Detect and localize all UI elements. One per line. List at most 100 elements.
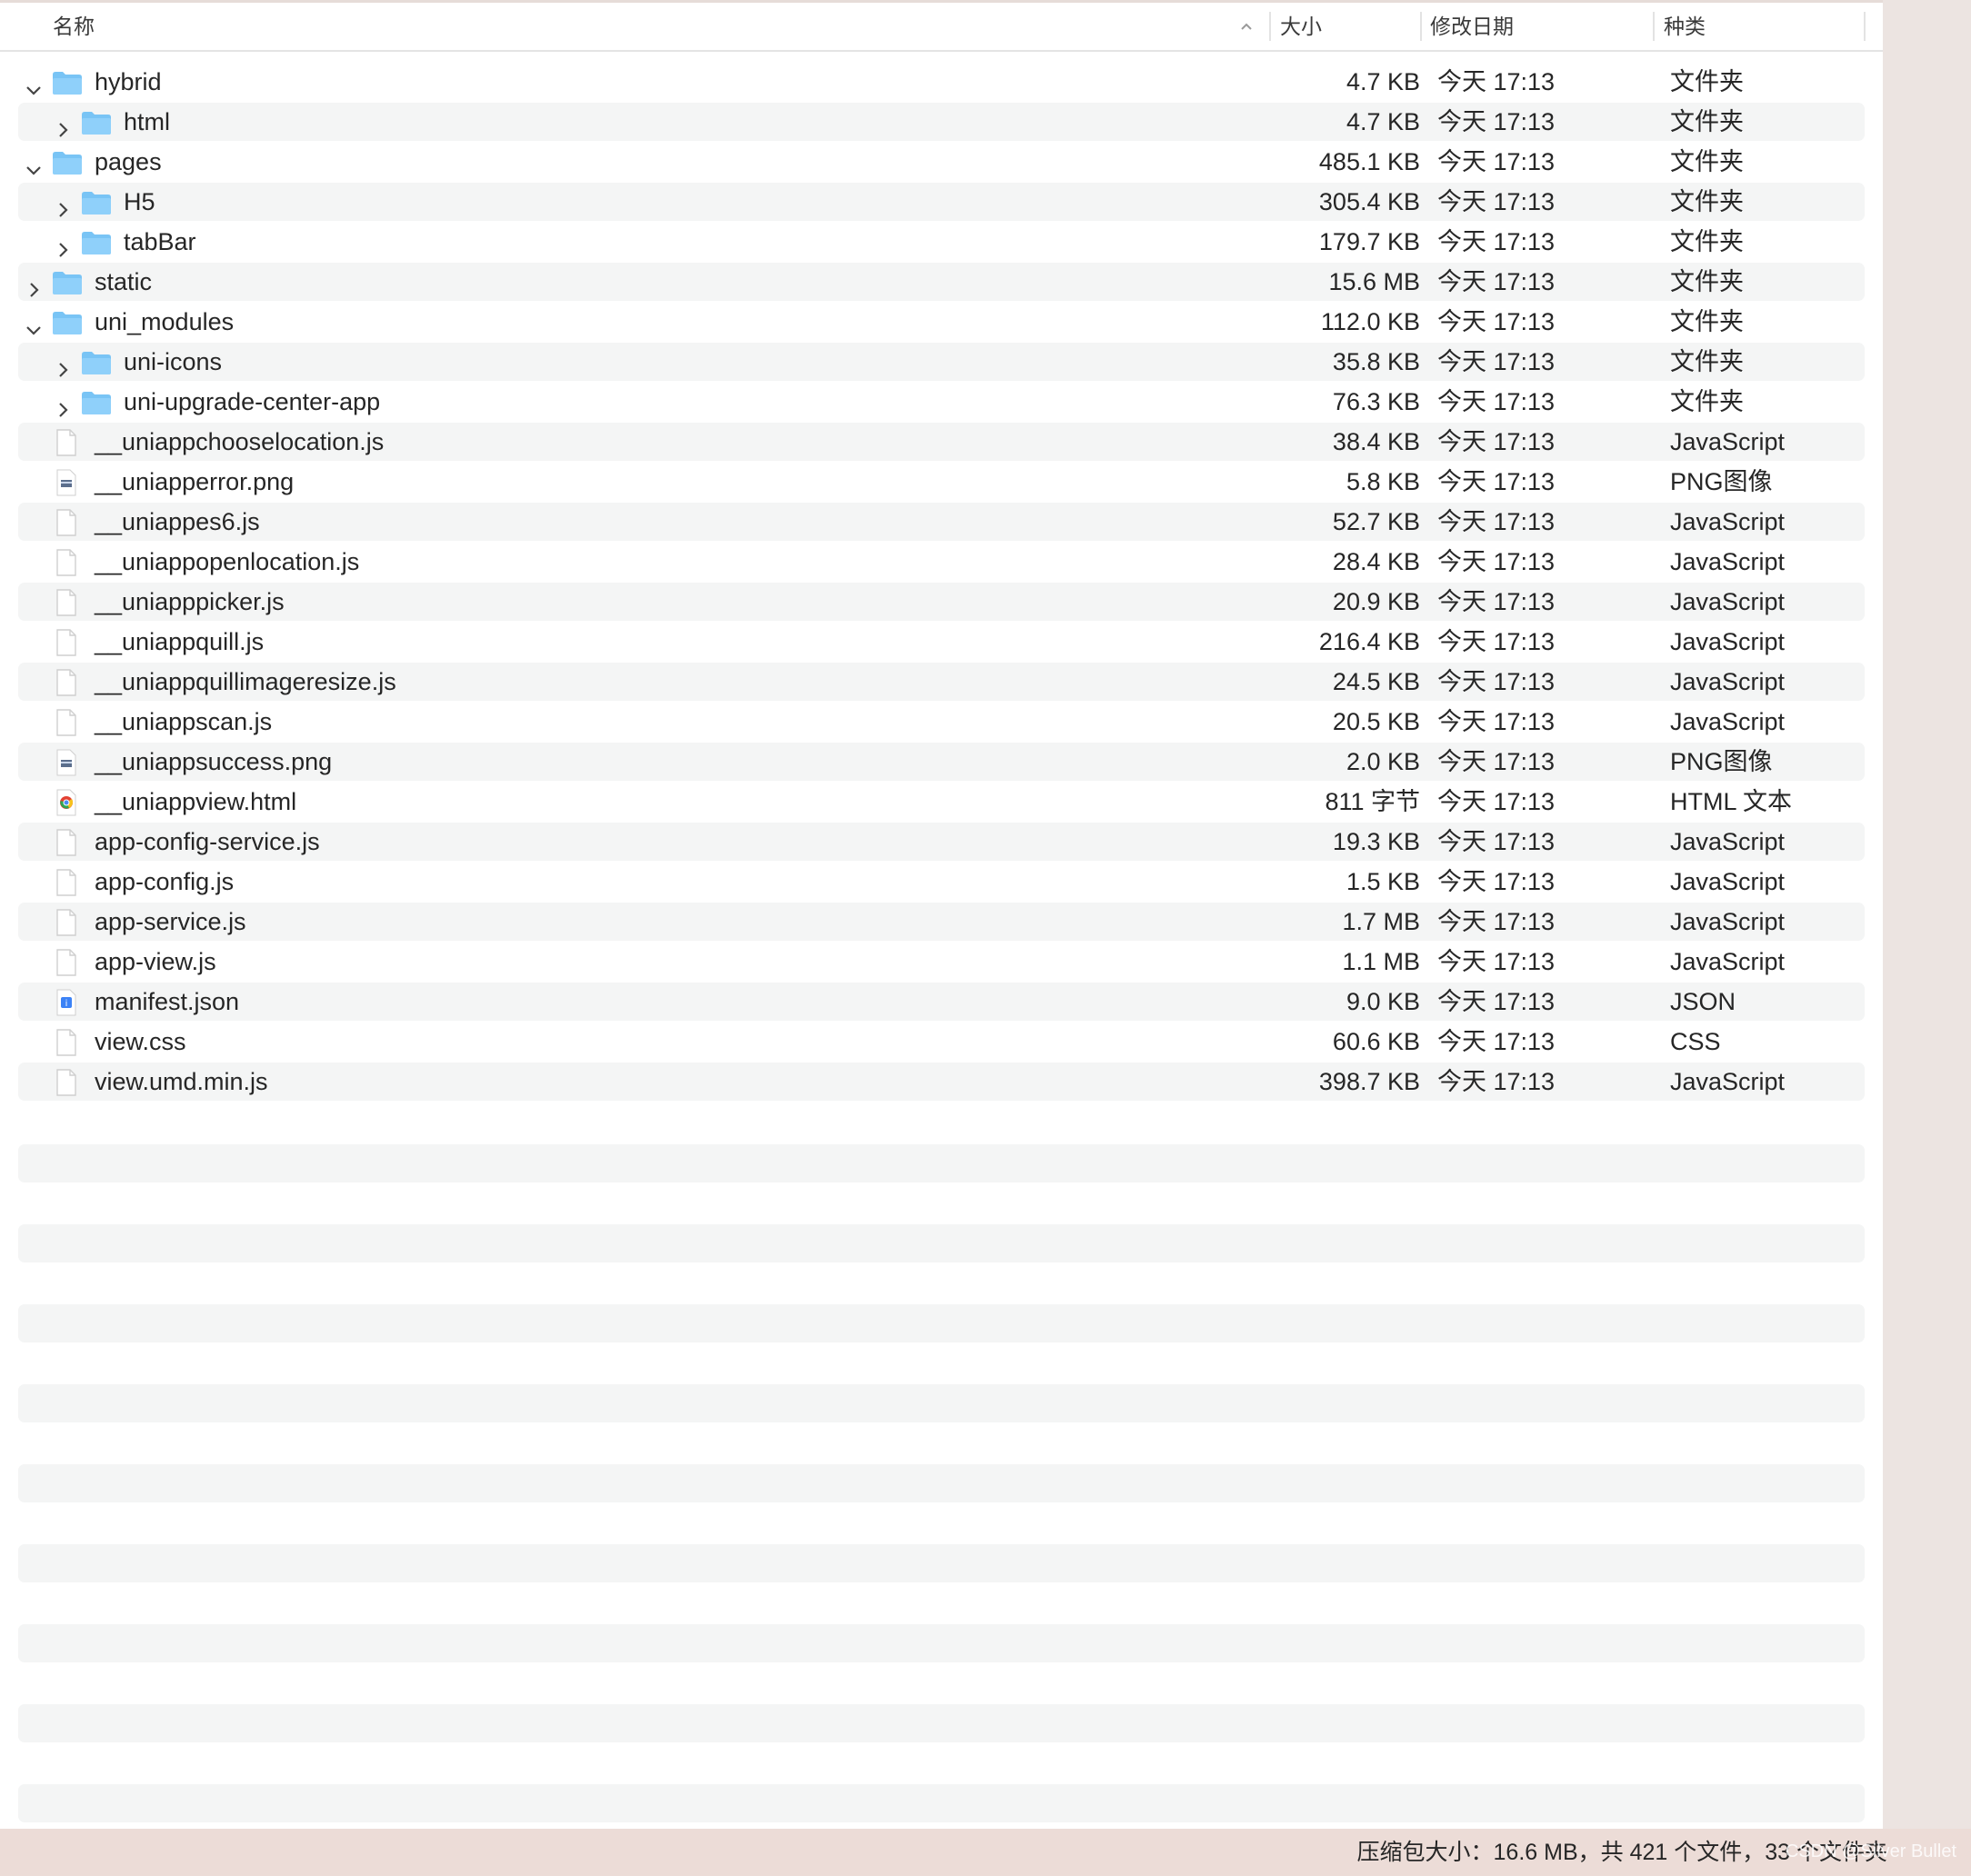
column-divider[interactable] (1864, 12, 1866, 41)
file-name: __uniapperror.png (95, 468, 295, 495)
file-size: 35.8 KB (1332, 348, 1420, 375)
modified-date: 今天 17:13 (1437, 468, 1556, 495)
chevron-up-icon[interactable] (1238, 15, 1255, 40)
file-size: 485.1 KB (1318, 148, 1420, 175)
modified-date: 今天 17:13 (1437, 1068, 1556, 1095)
file-row[interactable]: __uniappes6.js 52.7 KB 今天 17:13 JavaScript (18, 503, 1865, 541)
chrome-html-file-icon (55, 789, 78, 827)
folder-row[interactable]: hybrid 4.7 KB 今天 17:13 文件夹 (18, 63, 1865, 101)
document-file-icon (55, 549, 78, 587)
folder-row[interactable]: pages 485.1 KB 今天 17:13 文件夹 (18, 143, 1865, 181)
file-row[interactable]: __uniappchooselocation.js 38.4 KB 今天 17:13… (18, 423, 1865, 461)
folder-icon (51, 269, 84, 307)
file-row[interactable]: __uniappquillimageresize.js 24.5 KB 今天 17:… (18, 663, 1865, 701)
file-kind: JSON (1670, 988, 1736, 1015)
document-file-icon (55, 949, 78, 987)
folder-icon (80, 229, 113, 267)
image-file-icon (55, 469, 78, 507)
file-size: 398.7 KB (1318, 1068, 1420, 1095)
file-kind: JavaScript (1670, 428, 1786, 455)
column-divider[interactable] (1653, 12, 1655, 41)
file-kind: JavaScript (1670, 868, 1786, 895)
modified-date: 今天 17:13 (1437, 188, 1556, 215)
file-row[interactable]: __uniappopenlocation.js 28.4 KB 今天 17:13 Ja… (18, 543, 1865, 581)
file-size: 28.4 KB (1332, 548, 1420, 575)
file-name: tabBar (124, 228, 196, 255)
folder-icon (51, 309, 84, 347)
file-row[interactable]: app-service.js 1.7 MB 今天 17:13 JavaScript (18, 903, 1865, 941)
folder-row[interactable]: tabBar 179.7 KB 今天 17:13 文件夹 (18, 223, 1865, 261)
file-size: 1.1 MB (1342, 948, 1420, 975)
file-row[interactable]: i manifest.json 9.0 KB 今天 17:13 JSON (18, 983, 1865, 1021)
file-size: 216.4 KB (1318, 628, 1420, 655)
modified-date: 今天 17:13 (1437, 708, 1556, 735)
document-file-icon (55, 589, 78, 627)
file-row[interactable]: view.css 60.6 KB 今天 17:13 CSS (18, 1023, 1865, 1061)
file-kind: 文件夹 (1670, 268, 1744, 295)
file-name: __uniappes6.js (95, 508, 260, 535)
file-kind: JavaScript (1670, 668, 1786, 695)
file-kind: 文件夹 (1670, 188, 1744, 215)
document-file-icon (55, 869, 78, 907)
file-kind: JavaScript (1670, 588, 1786, 615)
file-name: manifest.json (95, 988, 240, 1015)
file-name: app-config-service.js (95, 828, 320, 855)
file-size: 9.0 KB (1346, 988, 1420, 1015)
file-kind: 文件夹 (1670, 228, 1744, 255)
file-name: __uniappquillimageresize.js (95, 668, 396, 695)
file-row[interactable]: view.umd.min.js 398.7 KB 今天 17:13 JavaScrip… (18, 1063, 1865, 1101)
column-header-kind[interactable]: 种类 (1664, 3, 1706, 50)
file-size: 5.8 KB (1346, 468, 1420, 495)
file-row[interactable]: __uniappscan.js 20.5 KB 今天 17:13 JavaScript (18, 703, 1865, 741)
folder-row[interactable]: html 4.7 KB 今天 17:13 文件夹 (18, 103, 1865, 141)
file-kind: CSS (1670, 1028, 1721, 1055)
image-file-icon (55, 749, 78, 787)
file-name: view.css (95, 1028, 186, 1055)
file-kind: 文件夹 (1670, 308, 1744, 335)
modified-date: 今天 17:13 (1437, 228, 1556, 255)
file-row[interactable]: __uniapppicker.js 20.9 KB 今天 17:13 JavaScri… (18, 583, 1865, 621)
column-divider[interactable] (1269, 12, 1271, 41)
modified-date: 今天 17:13 (1437, 348, 1556, 375)
file-name: __uniappscan.js (95, 708, 273, 735)
file-row[interactable]: __uniappsuccess.png 2.0 KB 今天 17:13 PNG图像 (18, 743, 1865, 781)
column-header-size[interactable]: 大小 (1280, 3, 1322, 50)
file-row[interactable]: __uniappview.html 811 字节 今天 17:13 HTML 文本 (18, 783, 1865, 821)
file-size: 38.4 KB (1332, 428, 1420, 455)
file-size: 24.5 KB (1332, 668, 1420, 695)
file-size: 20.9 KB (1332, 588, 1420, 615)
watermark: CSDN @Silver Bullet (1785, 1841, 1956, 1861)
modified-date: 今天 17:13 (1437, 748, 1556, 775)
file-row[interactable]: app-view.js 1.1 MB 今天 17:13 JavaScript (18, 943, 1865, 981)
modified-date: 今天 17:13 (1437, 668, 1556, 695)
file-name: __uniapppicker.js (95, 588, 285, 615)
file-kind: 文件夹 (1670, 108, 1744, 135)
file-kind: JavaScript (1670, 708, 1786, 735)
file-row[interactable]: __uniapperror.png 5.8 KB 今天 17:13 PNG图像 (18, 463, 1865, 501)
file-size: 19.3 KB (1332, 828, 1420, 855)
column-header-date[interactable]: 修改日期 (1430, 3, 1514, 50)
modified-date: 今天 17:13 (1437, 268, 1556, 295)
file-size: 112.0 KB (1320, 308, 1420, 335)
file-kind: 文件夹 (1670, 348, 1744, 375)
file-name: view.umd.min.js (95, 1068, 268, 1095)
folder-icon (80, 109, 113, 147)
file-name: pages (95, 148, 162, 175)
folder-row[interactable]: uni-upgrade-center-app 76.3 KB 今天 17:13 文件夹 (18, 383, 1865, 421)
file-row[interactable]: __uniappquill.js 216.4 KB 今天 17:13 JavaScri… (18, 623, 1865, 661)
file-row[interactable]: app-config-service.js 19.3 KB 今天 17:13 Java… (18, 823, 1865, 861)
folder-row[interactable]: static 15.6 MB 今天 17:13 文件夹 (18, 263, 1865, 301)
folder-row[interactable]: uni_modules 112.0 KB 今天 17:13 文件夹 (18, 303, 1865, 341)
file-size: 76.3 KB (1332, 388, 1420, 415)
modified-date: 今天 17:13 (1437, 108, 1556, 135)
modified-date: 今天 17:13 (1437, 988, 1556, 1015)
document-file-icon (55, 629, 78, 667)
file-row[interactable]: app-config.js 1.5 KB 今天 17:13 JavaScript (18, 863, 1865, 901)
empty-row (18, 1224, 1865, 1262)
column-divider[interactable] (1420, 12, 1422, 41)
file-kind: JavaScript (1670, 548, 1786, 575)
folder-row[interactable]: H5 305.4 KB 今天 17:13 文件夹 (18, 183, 1865, 221)
folder-row[interactable]: uni-icons 35.8 KB 今天 17:13 文件夹 (18, 343, 1865, 381)
column-header-name[interactable]: 名称 (53, 3, 95, 50)
modified-date: 今天 17:13 (1437, 508, 1556, 535)
